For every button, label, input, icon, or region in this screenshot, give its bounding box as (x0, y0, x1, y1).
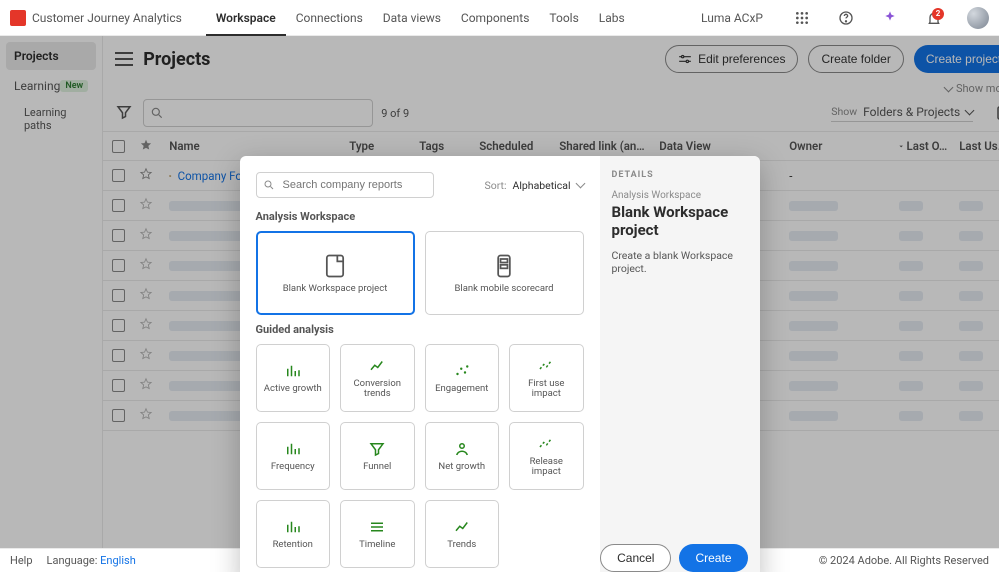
footer-help-link[interactable]: Help (10, 554, 33, 567)
cancel-button[interactable]: Cancel (600, 544, 671, 572)
details-eyebrow: DETAILS (612, 170, 748, 180)
tab-data-views[interactable]: Data views (373, 0, 451, 36)
section-analysis-workspace: Analysis Workspace (256, 210, 584, 223)
brand: Customer Journey Analytics (10, 10, 182, 26)
details-subheading: Analysis Workspace (612, 190, 748, 201)
details-description: Create a blank Workspace project. (612, 249, 748, 275)
footer-copyright: © 2024 Adobe. All Rights Reserved (819, 554, 989, 567)
document-icon (321, 252, 349, 280)
notification-bell-icon[interactable]: 2 (921, 5, 947, 31)
tab-components[interactable]: Components (451, 0, 540, 36)
card-active-growth[interactable]: Active growth (256, 344, 331, 412)
tab-labs[interactable]: Labs (589, 0, 635, 36)
card-retention[interactable]: Retention (256, 500, 331, 568)
help-icon[interactable] (833, 5, 859, 31)
top-nav-tabs: Workspace Connections Data views Compone… (206, 0, 635, 36)
chevron-down-icon (575, 179, 585, 189)
card-funnel[interactable]: Funnel (340, 422, 415, 490)
card-release-impact[interactable]: Release impact (509, 422, 584, 490)
modal-backdrop: Sort: Alphabetical Analysis Workspace Bl… (0, 36, 999, 548)
modal-details-pane: DETAILS Analysis Workspace Blank Workspa… (600, 156, 760, 572)
card-frequency[interactable]: Frequency (256, 422, 331, 490)
card-trends[interactable]: Trends (425, 500, 500, 568)
create-project-modal: Sort: Alphabetical Analysis Workspace Bl… (240, 156, 760, 572)
apps-switcher-icon[interactable] (789, 5, 815, 31)
card-timeline[interactable]: Timeline (340, 500, 415, 568)
modal-sort-select[interactable]: Sort: Alphabetical (484, 172, 583, 198)
card-net-growth[interactable]: Net growth (425, 422, 500, 490)
product-name: Customer Journey Analytics (32, 11, 182, 25)
footer-language-link[interactable]: English (100, 554, 136, 567)
card-blank-mobile-scorecard[interactable]: Blank mobile scorecard (425, 231, 584, 315)
card-first-use-impact[interactable]: First use impact (509, 344, 584, 412)
org-label: Luma ACxP (701, 11, 763, 25)
app-top-bar: Customer Journey Analytics Workspace Con… (0, 0, 999, 36)
ai-assist-icon[interactable] (877, 5, 903, 31)
card-engagement[interactable]: Engagement (425, 344, 500, 412)
modal-search-input[interactable] (281, 178, 427, 192)
notification-badge: 2 (932, 8, 944, 20)
adobe-logo-icon (10, 10, 26, 26)
tab-workspace[interactable]: Workspace (206, 0, 286, 36)
modal-search[interactable] (256, 172, 434, 198)
section-guided-analysis: Guided analysis (256, 323, 584, 336)
card-conversion-trends[interactable]: Conversion trends (340, 344, 415, 412)
user-avatar[interactable] (965, 5, 991, 31)
search-icon (263, 179, 275, 191)
create-button[interactable]: Create (679, 544, 747, 572)
tab-tools[interactable]: Tools (539, 0, 588, 36)
mobile-icon (490, 252, 518, 280)
details-title: Blank Workspace project (612, 203, 748, 239)
tab-connections[interactable]: Connections (286, 0, 373, 36)
card-blank-workspace-project[interactable]: Blank Workspace project (256, 231, 415, 315)
footer-language: Language: English (47, 554, 136, 567)
